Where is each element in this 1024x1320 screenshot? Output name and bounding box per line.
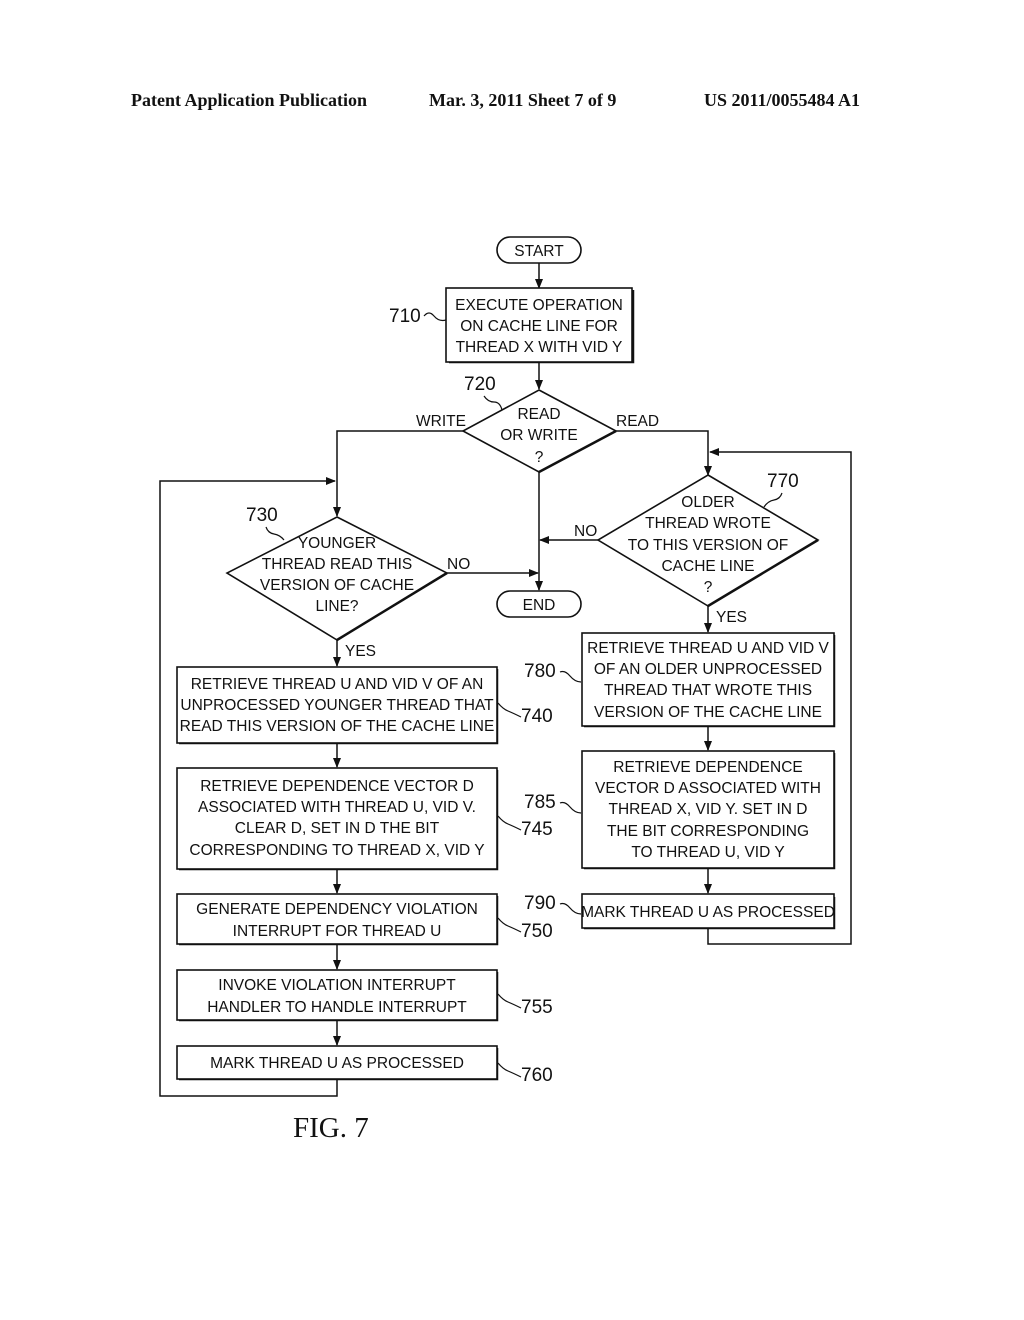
leader-755 — [497, 993, 522, 1009]
ref-710: 710 — [389, 306, 421, 327]
step-710-line: THREAD X WITH VID Y — [456, 339, 623, 356]
step-785-line: TO THREAD U, VID Y — [631, 844, 784, 861]
step-745: RETRIEVE DEPENDENCE VECTOR D ASSOCIATED … — [176, 767, 499, 871]
step-785-line: RETRIEVE DEPENDENCE — [613, 759, 802, 776]
step-740: RETRIEVE THREAD U AND VID V OF AN UNPROC… — [176, 666, 499, 745]
leader-750 — [497, 917, 522, 933]
step-790: MARK THREAD U AS PROCESSED — [581, 893, 836, 930]
step-740-line: READ THIS VERSION OF THE CACHE LINE — [180, 718, 495, 735]
decision-720-line: READ — [517, 406, 560, 423]
ref-785: 785 — [524, 792, 556, 813]
decision-770-line: TO THIS VERSION OF — [628, 537, 788, 554]
edge-label-write: WRITE — [416, 413, 466, 430]
leader-730 — [265, 526, 285, 541]
step-760-line: MARK THREAD U AS PROCESSED — [210, 1055, 464, 1072]
end-label: END — [523, 597, 556, 614]
step-785: RETRIEVE DEPENDENCE VECTOR D ASSOCIATED … — [581, 750, 836, 870]
leader-760 — [497, 1062, 522, 1078]
edge-720-770-read — [616, 430, 712, 476]
ref-760: 760 — [521, 1065, 553, 1086]
step-750-line: INTERRUPT FOR THREAD U — [233, 923, 442, 940]
end-terminal: END — [496, 590, 582, 618]
step-710-line: ON CACHE LINE FOR — [460, 318, 618, 335]
decision-720: READ OR WRITE ? — [461, 389, 618, 474]
step-750-line: GENERATE DEPENDENCY VIOLATION — [196, 901, 478, 918]
decision-730-line: LINE? — [315, 598, 358, 615]
ref-750: 750 — [521, 921, 553, 942]
decision-770-line: OLDER — [681, 494, 734, 511]
edge-label-no-730: NO — [447, 556, 470, 573]
step-780: RETRIEVE THREAD U AND VID V OF AN OLDER … — [581, 632, 836, 728]
figure-label: FIG. 7 — [293, 1112, 369, 1144]
step-745-line: RETRIEVE DEPENDENCE VECTOR D — [200, 778, 474, 795]
decision-730: YOUNGER THREAD READ THIS VERSION OF CACH… — [225, 516, 449, 642]
edge-720-730-write — [333, 430, 463, 517]
step-780-line: OF AN OLDER UNPROCESSED — [594, 661, 822, 678]
ref-770: 770 — [767, 471, 799, 492]
step-785-line: THE BIT CORRESPONDING — [607, 823, 809, 840]
ref-755: 755 — [521, 997, 553, 1018]
ref-740: 740 — [521, 706, 553, 727]
flowchart: START EXECUTE OPERATION ON CACHE LINE FO… — [159, 236, 852, 1097]
step-790-line: MARK THREAD U AS PROCESSED — [581, 904, 835, 921]
step-710: EXECUTE OPERATION ON CACHE LINE FOR THRE… — [445, 287, 635, 364]
step-710-line: EXECUTE OPERATION — [455, 297, 623, 314]
decision-730-line: VERSION OF CACHE — [260, 577, 414, 594]
decision-770-line: CACHE LINE — [661, 558, 754, 575]
leader-710 — [423, 312, 447, 322]
leader-720 — [483, 395, 503, 411]
ref-745: 745 — [521, 819, 553, 840]
decision-770-line: ? — [704, 579, 713, 596]
decision-730-line: THREAD READ THIS — [262, 556, 412, 573]
step-745-line: CLEAR D, SET IN D THE BIT — [235, 820, 440, 837]
edge-label-no-770: NO — [574, 523, 597, 540]
step-745-line: CORRESPONDING TO THREAD X, VID Y — [189, 842, 484, 859]
step-755-line: INVOKE VIOLATION INTERRUPT — [218, 977, 456, 994]
step-780-line: RETRIEVE THREAD U AND VID V — [587, 640, 829, 657]
leader-790 — [559, 902, 582, 915]
step-750: GENERATE DEPENDENCY VIOLATION INTERRUPT … — [176, 893, 499, 946]
leader-780 — [559, 670, 582, 683]
leader-785 — [559, 801, 582, 814]
ref-720: 720 — [464, 374, 496, 395]
ref-780: 780 — [524, 661, 556, 682]
start-terminal: START — [496, 236, 582, 264]
ref-790: 790 — [524, 893, 556, 914]
decision-770: OLDER THREAD WROTE TO THIS VERSION OF CA… — [596, 474, 820, 608]
step-785-line: THREAD X, VID Y. SET IN D — [609, 801, 808, 818]
decision-720-line: ? — [535, 449, 544, 466]
decision-770-line: THREAD WROTE — [645, 515, 771, 532]
edge-label-yes-730: YES — [345, 643, 376, 660]
step-745-line: ASSOCIATED WITH THREAD U, VID V. — [198, 799, 476, 816]
step-780-line: VERSION OF THE CACHE LINE — [594, 704, 822, 721]
step-740-line: RETRIEVE THREAD U AND VID V OF AN — [191, 676, 484, 693]
leader-745 — [497, 815, 522, 831]
edge-label-read: READ — [616, 413, 659, 430]
leader-740 — [497, 702, 522, 718]
decision-720-line: OR WRITE — [500, 427, 578, 444]
step-780-line: THREAD THAT WROTE THIS — [604, 682, 812, 699]
step-785-line: VECTOR D ASSOCIATED WITH — [595, 780, 821, 797]
ref-730: 730 — [246, 505, 278, 526]
decision-730-line: YOUNGER — [298, 535, 376, 552]
leader-770 — [763, 492, 783, 508]
edge-label-yes-770: YES — [716, 609, 747, 626]
start-label: START — [514, 243, 564, 260]
step-755: INVOKE VIOLATION INTERRUPT HANDLER TO HA… — [176, 969, 499, 1022]
step-755-line: HANDLER TO HANDLE INTERRUPT — [207, 999, 467, 1016]
step-760: MARK THREAD U AS PROCESSED — [176, 1045, 499, 1081]
step-740-line: UNPROCESSED YOUNGER THREAD THAT — [180, 697, 494, 714]
